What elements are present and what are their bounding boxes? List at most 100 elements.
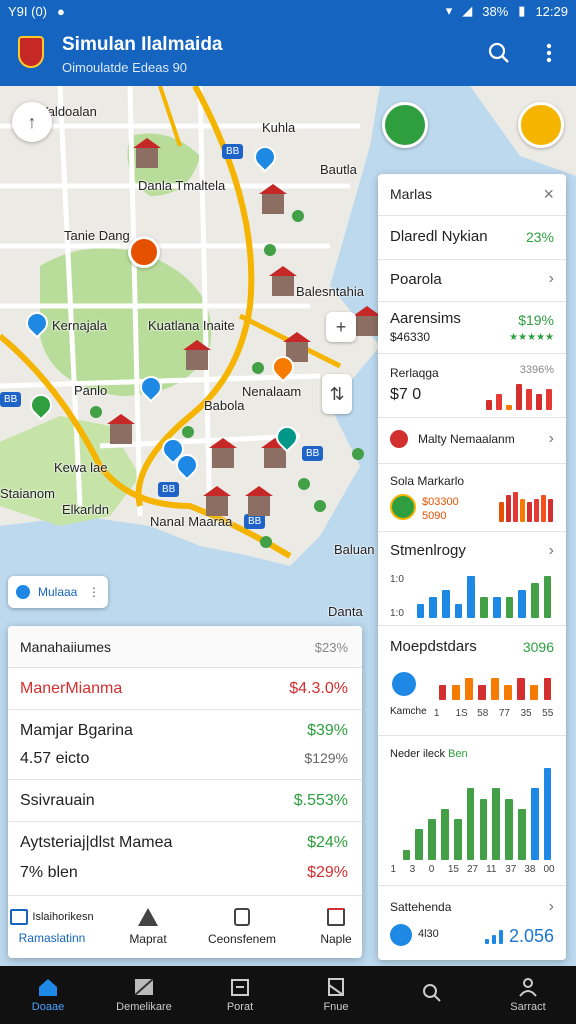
bottom-nav: Doaae Demelikare Porat Fnue Sarract (0, 966, 576, 1024)
stat-row[interactable]: Neder ileck Ben 1 3 0 15 27 11 37 38 00 (378, 736, 566, 886)
chart-bar (492, 934, 496, 944)
card-title: Manahaiiumes (20, 639, 112, 655)
axis-tick: 77 (498, 708, 510, 719)
chart-bar (506, 404, 512, 410)
chart-bar (520, 498, 525, 522)
map-label: Kuatlana Inaite (148, 318, 235, 333)
nav-label: Porat (226, 1001, 254, 1013)
calendar-icon (231, 979, 249, 996)
stat-row[interactable]: Sola Markarlo $03300 5090 (378, 464, 566, 532)
location-pin-icon (390, 430, 408, 448)
tab-label: Naple (320, 932, 352, 946)
nav-layers[interactable]: Demelikare (96, 966, 192, 1024)
nav-calendar[interactable]: Porat (192, 966, 288, 1024)
map-label: Kernajala (52, 318, 107, 333)
more-menu-button[interactable] (534, 38, 564, 68)
nav-label: Fnue (323, 1001, 349, 1013)
close-panel-button[interactable]: × (543, 184, 554, 205)
list-item[interactable]: Aytsteriaj|dlst Mamea $24% 7% blen $29% (8, 822, 362, 896)
stat-sub: 4l30 (418, 928, 439, 940)
stat-sub: 5090 (422, 510, 447, 522)
map-tag: BB (244, 514, 266, 529)
chart-bar (492, 788, 501, 860)
nav-profile[interactable]: Sarract (480, 966, 576, 1024)
stat-row[interactable]: Dlaredl Nykian 23% (378, 216, 566, 260)
stat-row[interactable]: Aarensims $46330 $19% ★★★★★ (378, 302, 566, 354)
tab-ramaslatinn[interactable]: Islaihorikesn Ramaslatinn (8, 896, 96, 958)
map-filter-chip[interactable]: Mulaaa ⋮ (8, 576, 108, 608)
compass-icon: ↑ (27, 111, 37, 132)
axis-tick: 58 (477, 708, 489, 719)
card-header[interactable]: Manahaiiumes $23% (8, 626, 362, 668)
tree-icon (182, 426, 194, 438)
zoom-in-button[interactable]: + (326, 312, 356, 342)
stat-value: 3096 (522, 639, 554, 655)
chart-bar (466, 788, 475, 860)
panel-header: Marlas × (378, 174, 566, 216)
chart-bar (534, 498, 539, 522)
stat-row[interactable]: Moepdstdars 3096 Kamche 1 1S 58 77 35 55 (378, 626, 566, 736)
tab-ceonsfenem[interactable]: Ceonsfenem (198, 896, 286, 958)
location-icon (16, 585, 30, 599)
stat-row[interactable]: Rerlaqga $7 0 3396% (378, 354, 566, 418)
map-tag: BB (302, 446, 324, 461)
x-axis: 1 1S 58 77 35 55 (428, 708, 558, 722)
app-title: Simulan Ilalmaida (62, 34, 223, 55)
chart-bar (527, 502, 532, 522)
nav-search[interactable] (384, 966, 480, 1024)
compass-button[interactable]: ↑ (12, 102, 52, 142)
list-item-value: $4.3.0% (289, 680, 348, 697)
building-icon (203, 486, 231, 516)
stat-row[interactable]: Malty Nemaalanm › (378, 418, 566, 464)
warning-icon (138, 908, 158, 926)
chart-bar (518, 808, 526, 860)
share-icon (327, 908, 345, 926)
list-item[interactable]: Ssivrauain $.553% (8, 780, 362, 822)
axis-tick: 55 (542, 708, 554, 719)
app-logo-icon (18, 36, 44, 68)
stat-label: Dlaredl Nykian (390, 228, 488, 245)
layers-toggle-button[interactable]: ⇅ (322, 374, 352, 414)
stat-row[interactable]: Stmenlrogy › 1:0 1:0 (378, 532, 566, 626)
stat-row[interactable]: Sattehenda › 4l30 2.056 (378, 886, 566, 960)
list-item-label: Ssivrauain (20, 792, 95, 809)
axis-tick: 37 (505, 864, 517, 875)
list-item-value: $.553% (293, 792, 348, 809)
card-tab-bar: Islaihorikesn Ramaslatinn Maprat Ceonsfe… (8, 896, 362, 958)
nav-flag[interactable]: Fnue (288, 966, 384, 1024)
building-icon (209, 438, 237, 468)
stat-label: Sattehenda (390, 900, 452, 914)
chevron-right-icon: › (548, 542, 554, 559)
map-label: NanaI Maaraa (150, 514, 233, 529)
status-left-text: Y9I (0) (8, 3, 48, 19)
status-bar: Y9I (0) ● ▾ ◢ 38% ▮ 12:29 (0, 0, 576, 22)
tab-maprat[interactable]: Maprat (104, 896, 192, 958)
list-item-label: Mamjar Bgarina (20, 722, 133, 739)
search-button[interactable] (484, 38, 514, 68)
nav-home[interactable]: Doaae (0, 966, 96, 1024)
user-avatar[interactable] (518, 102, 564, 148)
list-item-label: ManerMianma (20, 680, 123, 697)
list-item[interactable]: ManerMianma $4.3.0% (8, 668, 362, 710)
map-label: Tanie Dang (64, 228, 130, 243)
chart-bar (467, 576, 476, 618)
chart-bar (517, 678, 526, 700)
list-item-value: $24% (307, 834, 348, 851)
chart-bar (546, 389, 552, 410)
landmark-avatar[interactable] (382, 102, 428, 148)
bar-chart (414, 576, 554, 618)
axis-tick: 15 (447, 864, 459, 875)
list-item-label: Aytsteriaj|dlst Mamea (20, 834, 173, 851)
building-icon (133, 138, 161, 168)
chart-title: Neder ileck (390, 748, 446, 760)
tab-naple[interactable]: Naple (292, 896, 362, 958)
bar-chart (400, 768, 554, 860)
map-label: Babola (204, 398, 245, 413)
chart-bar (402, 849, 411, 860)
stat-row[interactable]: Poarola › (378, 260, 566, 302)
list-item[interactable]: Mamjar Bgarina $39% 4.57 eicto $129% (8, 710, 362, 780)
chart-bar (526, 389, 532, 410)
notification-icon: ● (57, 3, 65, 19)
place-avatar[interactable] (128, 236, 160, 268)
chart-bar (530, 685, 539, 700)
